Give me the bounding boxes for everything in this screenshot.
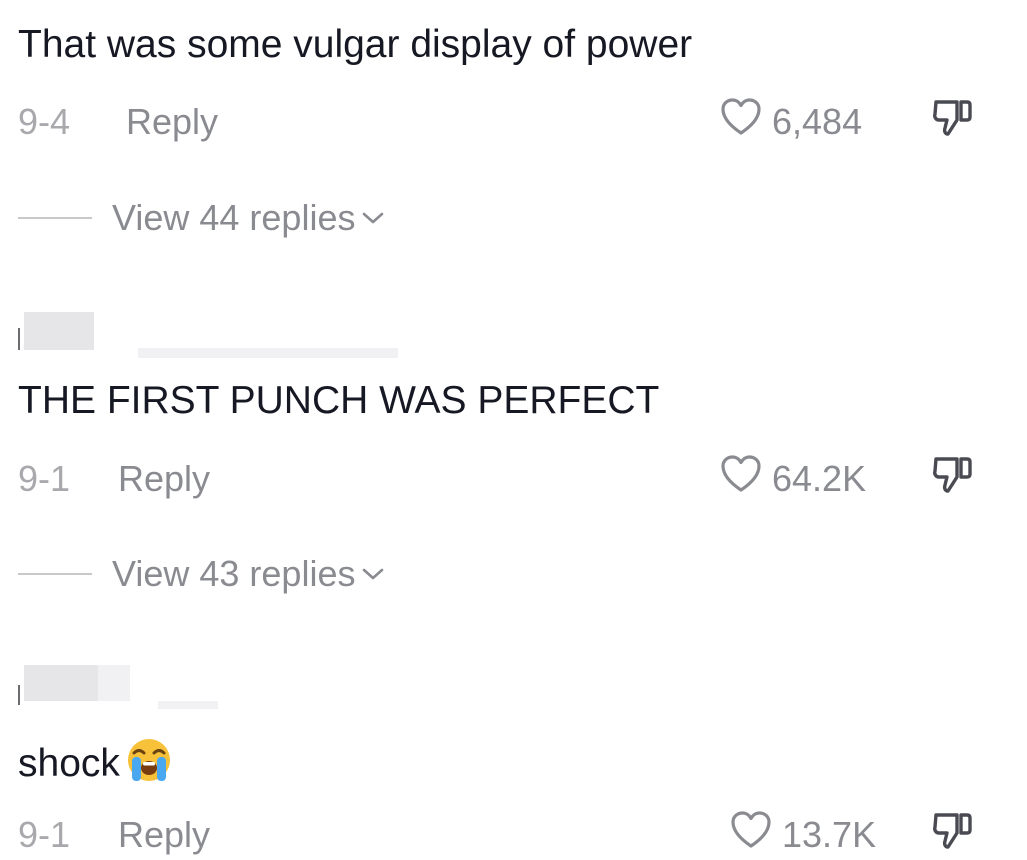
comment-date: 9-1 [18, 814, 71, 855]
heart-icon [720, 97, 762, 148]
comment-meta-row: 9-4 Reply 6,484 [18, 97, 987, 148]
like-count: 64.2K [772, 458, 867, 499]
thumbs-down-icon [930, 96, 974, 149]
reply-button[interactable]: Reply [126, 99, 218, 145]
divider-line [18, 217, 92, 219]
dislike-button[interactable] [928, 812, 976, 858]
comment-text: shock [18, 741, 120, 785]
thumbs-down-icon [930, 809, 974, 860]
like-count: 6,484 [772, 101, 863, 142]
view-replies-label: View 43 replies [112, 553, 356, 594]
like-button[interactable]: 6,484 [720, 97, 863, 148]
chevron-down-icon [361, 566, 385, 582]
dislike-button[interactable] [928, 99, 976, 145]
reply-button[interactable]: Reply [118, 456, 210, 502]
view-replies-label: View 44 replies [112, 197, 356, 238]
heart-icon [720, 454, 762, 505]
thumbs-down-icon [930, 453, 974, 506]
comment-meta-row: 9-1 Reply 64.2K [18, 454, 987, 505]
comment-meta-row: 9-1 Reply 13.7K [18, 810, 987, 860]
like-count: 13.7K [782, 814, 877, 855]
comment-text: THE FIRST PUNCH WAS PERFECT [18, 379, 660, 422]
comment-text: That was some vulgar display of power [18, 23, 693, 66]
view-replies-button[interactable]: View 43 replies [18, 551, 385, 597]
like-button[interactable]: 64.2K [720, 454, 867, 505]
comment-text-row: shock [18, 735, 174, 796]
comment-date: 9-4 [18, 101, 71, 142]
comments-panel: That was some vulgar display of power 9-… [0, 0, 1027, 860]
comment-date: 9-1 [18, 458, 71, 499]
view-replies-button[interactable]: View 44 replies [18, 195, 385, 241]
chevron-down-icon [361, 210, 385, 226]
like-button[interactable]: 13.7K [730, 810, 877, 860]
dislike-button[interactable] [928, 456, 976, 502]
heart-icon [730, 810, 772, 860]
divider-line [18, 573, 92, 575]
loudly-crying-face-icon [124, 735, 174, 796]
reply-button[interactable]: Reply [118, 812, 210, 858]
